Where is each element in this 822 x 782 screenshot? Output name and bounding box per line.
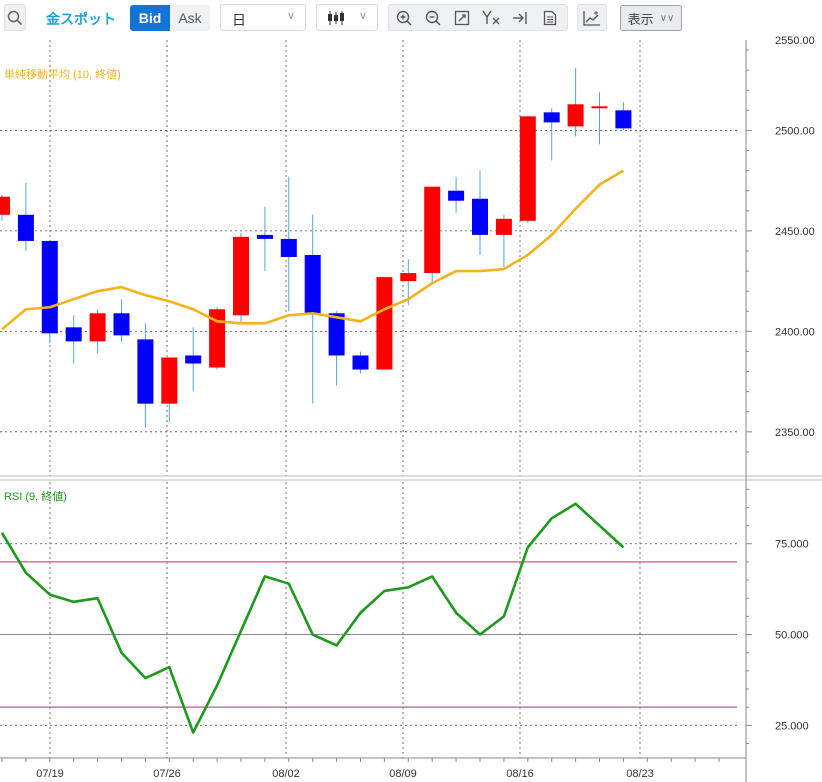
candle-down <box>41 240 58 344</box>
price-tick-label: 2500.00 <box>775 125 815 137</box>
candle-body <box>376 277 393 370</box>
candle-up <box>0 194 10 221</box>
candle-down <box>328 311 345 386</box>
candle-up <box>567 68 584 137</box>
x-tick-label: 08/09 <box>389 768 417 780</box>
candle-body <box>472 198 488 235</box>
candle-down <box>113 299 130 342</box>
candle-body <box>17 214 34 241</box>
axes: 2350.00 2400.00 2450.00 2500.00 2550.00 25.00… <box>0 35 822 782</box>
candle-up <box>591 92 608 145</box>
candle-up <box>89 309 106 354</box>
rsi-tick-label: 50.000 <box>775 630 809 642</box>
candle-body <box>89 313 106 342</box>
x-tick-label: 08/16 <box>506 768 534 780</box>
candle-up <box>209 307 226 370</box>
candle-down <box>615 102 632 131</box>
price-tick-label: 2400.00 <box>775 326 815 338</box>
candle-down <box>17 182 34 251</box>
candle-down <box>280 176 297 312</box>
price-tick-label: 2450.00 <box>775 226 815 238</box>
x-tick-label: 08/02 <box>272 768 300 780</box>
rsi-tick-label: 25.000 <box>775 720 809 732</box>
candle-body <box>615 110 632 129</box>
candle-down <box>448 176 465 213</box>
candle-body <box>519 116 536 221</box>
candle-body <box>591 106 608 109</box>
candle-body <box>448 190 465 201</box>
x-tick-label: 08/23 <box>626 768 654 780</box>
x-tick-label: 07/26 <box>153 768 181 780</box>
candle-body <box>65 327 82 342</box>
candle-down <box>137 323 154 428</box>
candle-body <box>400 273 417 282</box>
candle-down <box>304 214 321 404</box>
rsi-tick-label: 75.000 <box>775 539 809 551</box>
candle-body <box>41 240 58 334</box>
candle-body <box>161 357 178 404</box>
candle-down <box>543 108 560 161</box>
candle-body <box>495 218 512 235</box>
candle-up <box>161 357 178 422</box>
candle-up <box>233 232 249 324</box>
candle-body <box>256 234 273 239</box>
candle-body <box>352 355 369 370</box>
candle-up <box>424 186 441 284</box>
grid <box>0 40 737 758</box>
candle-body <box>0 196 10 215</box>
sma-indicator-label[interactable]: 単純移動平均 (10, 終値) <box>4 67 121 81</box>
candle-body <box>304 254 321 314</box>
price-tick-label: 2350.00 <box>775 427 815 439</box>
candle-up <box>519 116 536 223</box>
candle-body <box>328 313 345 356</box>
candle-up <box>495 214 512 268</box>
candle-up <box>376 277 393 370</box>
x-tick-label: 07/19 <box>36 768 64 780</box>
candle-body <box>424 186 441 274</box>
candle-body <box>567 104 584 127</box>
chart-canvas[interactable]: 2350.00 2400.00 2450.00 2500.00 2550.00 25.00… <box>0 0 822 782</box>
candle-down <box>65 315 82 364</box>
candle-down <box>352 351 369 374</box>
candle-down <box>185 327 202 392</box>
candle-down <box>472 170 488 255</box>
rsi-indicator-label[interactable]: RSI (9, 終値) <box>4 489 67 503</box>
rsi-line <box>0 502 625 734</box>
candle-body <box>113 313 130 336</box>
candle-body <box>185 355 202 364</box>
candle-body <box>233 236 249 316</box>
candle-body <box>280 238 297 258</box>
candle-body <box>137 339 154 404</box>
price-tick-label-partial: 2550.00 <box>775 35 815 47</box>
candle-down <box>256 206 273 272</box>
candle-body <box>543 112 560 123</box>
